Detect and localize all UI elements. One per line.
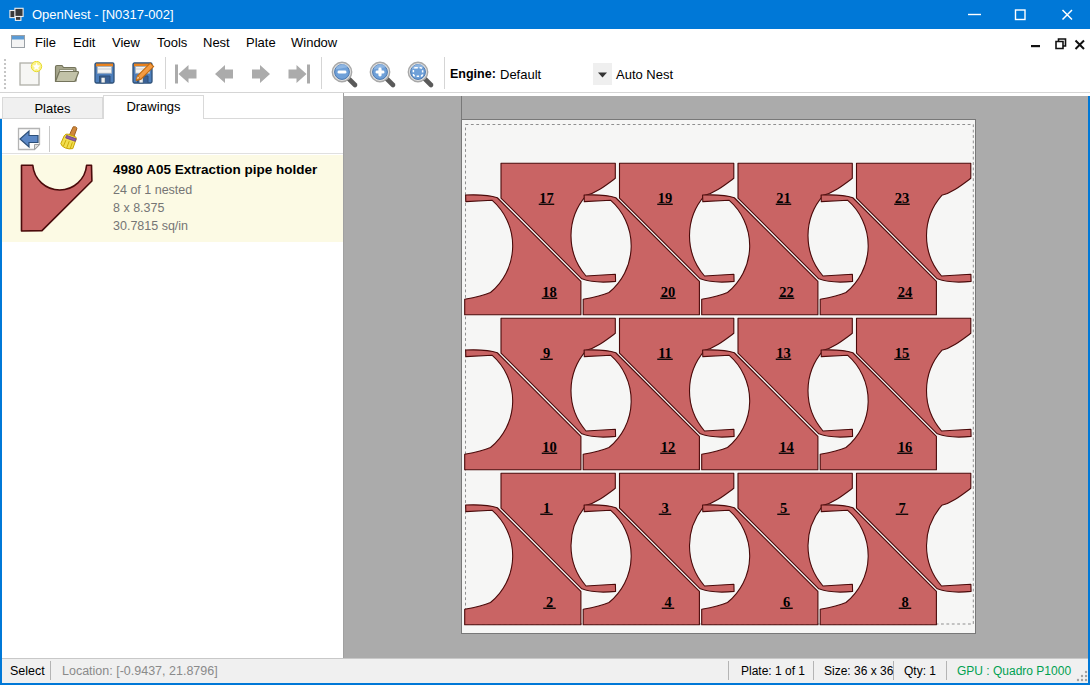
- svg-text:21: 21: [776, 190, 791, 206]
- svg-text:24: 24: [898, 284, 913, 300]
- svg-text:1: 1: [543, 500, 550, 516]
- svg-text:19: 19: [658, 190, 673, 206]
- svg-text:14: 14: [779, 439, 794, 455]
- svg-text:11: 11: [658, 345, 672, 361]
- svg-text:8: 8: [901, 594, 908, 610]
- svg-text:20: 20: [661, 284, 676, 300]
- svg-text:7: 7: [898, 500, 905, 516]
- svg-text:17: 17: [539, 190, 554, 206]
- svg-text:12: 12: [661, 439, 676, 455]
- svg-text:22: 22: [779, 284, 794, 300]
- svg-text:18: 18: [542, 284, 557, 300]
- svg-text:13: 13: [776, 345, 791, 361]
- svg-text:16: 16: [898, 439, 913, 455]
- svg-text:5: 5: [780, 500, 787, 516]
- svg-text:9: 9: [543, 345, 550, 361]
- svg-text:23: 23: [895, 190, 910, 206]
- svg-text:3: 3: [661, 500, 668, 516]
- svg-text:4: 4: [664, 594, 671, 610]
- svg-text:6: 6: [783, 594, 790, 610]
- svg-text:2: 2: [546, 594, 553, 610]
- svg-text:10: 10: [542, 439, 557, 455]
- svg-text:15: 15: [895, 345, 910, 361]
